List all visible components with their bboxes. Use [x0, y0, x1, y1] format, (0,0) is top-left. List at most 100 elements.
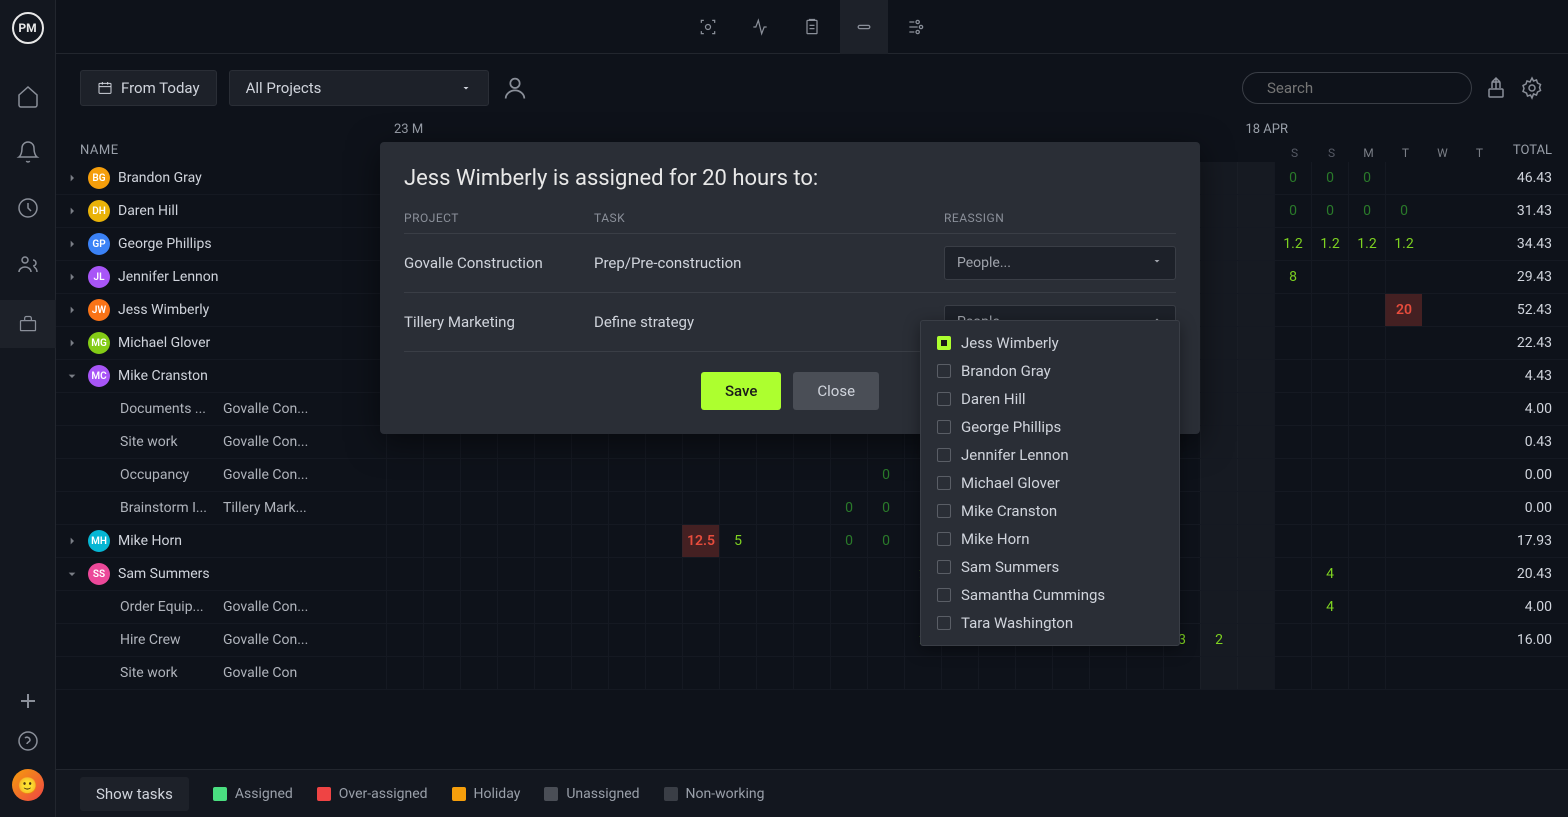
save-button[interactable]: Save: [701, 372, 781, 410]
chevron-down-icon[interactable]: [64, 368, 80, 384]
workload-cell[interactable]: [1200, 162, 1237, 194]
workload-cell[interactable]: [497, 459, 534, 491]
clock-icon[interactable]: [16, 196, 40, 220]
workload-cell[interactable]: 0: [1385, 195, 1422, 227]
workload-cell[interactable]: [460, 459, 497, 491]
dropdown-item[interactable]: Michael Glover: [921, 469, 1179, 497]
workload-cell[interactable]: [423, 657, 460, 689]
workload-cell[interactable]: [1348, 261, 1385, 293]
workload-cell[interactable]: 4: [1311, 558, 1348, 590]
workload-cell[interactable]: [1385, 624, 1422, 656]
workload-cell[interactable]: [1385, 525, 1422, 557]
dropdown-item[interactable]: Samantha Cummings: [921, 581, 1179, 609]
workload-cell[interactable]: [608, 624, 645, 656]
workload-cell[interactable]: [534, 525, 571, 557]
checkbox[interactable]: [937, 392, 951, 406]
workload-cell[interactable]: [386, 624, 423, 656]
workload-cell[interactable]: [867, 657, 904, 689]
workload-cell[interactable]: [497, 591, 534, 623]
chevron-right-icon[interactable]: [64, 170, 80, 186]
people-dropdown-panel[interactable]: Jess WimberlyBrandon GrayDaren HillGeorg…: [920, 320, 1180, 646]
current-user-avatar[interactable]: 🙂: [12, 769, 44, 801]
workload-cell[interactable]: [1200, 591, 1237, 623]
workload-cell[interactable]: [534, 657, 571, 689]
workload-cell[interactable]: [1237, 525, 1274, 557]
workload-cell[interactable]: [1237, 294, 1274, 326]
workload-cell[interactable]: [571, 525, 608, 557]
workload-cell[interactable]: [1237, 426, 1274, 458]
workload-cell[interactable]: [608, 525, 645, 557]
workload-cell[interactable]: [1274, 426, 1311, 458]
workload-cell[interactable]: [830, 657, 867, 689]
workload-cell[interactable]: 2: [1200, 624, 1237, 656]
workload-cell[interactable]: [1237, 558, 1274, 590]
workload-cell[interactable]: 0: [1274, 195, 1311, 227]
workload-cell[interactable]: [756, 492, 793, 524]
workload-cell[interactable]: 0: [830, 492, 867, 524]
workload-cell[interactable]: [1200, 294, 1237, 326]
workload-cell[interactable]: [571, 459, 608, 491]
workload-cell[interactable]: [460, 525, 497, 557]
workload-cell[interactable]: 5: [719, 525, 756, 557]
workload-cell[interactable]: [1163, 657, 1200, 689]
projects-dropdown[interactable]: All Projects: [229, 70, 489, 106]
workload-cell[interactable]: [1237, 492, 1274, 524]
workload-cell[interactable]: [756, 525, 793, 557]
workload-cell[interactable]: [756, 624, 793, 656]
workload-cell[interactable]: [867, 624, 904, 656]
workload-cell[interactable]: [534, 492, 571, 524]
workload-cell[interactable]: [534, 558, 571, 590]
dropdown-item[interactable]: Mike Cranston: [921, 497, 1179, 525]
workload-cell[interactable]: [1237, 393, 1274, 425]
workload-cell[interactable]: [793, 492, 830, 524]
workload-cell[interactable]: [719, 624, 756, 656]
bell-icon[interactable]: [16, 140, 40, 164]
workload-cell[interactable]: [1274, 657, 1311, 689]
workload-cell[interactable]: [1385, 426, 1422, 458]
person-filter-icon[interactable]: [501, 74, 529, 102]
workload-cell[interactable]: [460, 657, 497, 689]
workload-cell[interactable]: [1237, 360, 1274, 392]
workload-cell[interactable]: [830, 459, 867, 491]
settings-icon[interactable]: [1520, 76, 1544, 100]
chevron-right-icon[interactable]: [64, 269, 80, 285]
workload-cell[interactable]: [1274, 492, 1311, 524]
checkbox[interactable]: [937, 560, 951, 574]
workload-cell[interactable]: [460, 492, 497, 524]
from-today-button[interactable]: From Today: [80, 70, 217, 106]
workload-cell[interactable]: [1052, 657, 1089, 689]
checkbox[interactable]: [937, 532, 951, 546]
workload-cell[interactable]: [1311, 492, 1348, 524]
workload-cell[interactable]: [1311, 261, 1348, 293]
workload-cell[interactable]: [386, 657, 423, 689]
workload-cell[interactable]: [904, 657, 941, 689]
workload-cell[interactable]: 0: [1274, 162, 1311, 194]
workload-cell[interactable]: [608, 591, 645, 623]
workload-cell[interactable]: [645, 558, 682, 590]
workload-cell[interactable]: [1200, 195, 1237, 227]
workload-cell[interactable]: [423, 624, 460, 656]
workload-cell[interactable]: [1200, 261, 1237, 293]
workload-cell[interactable]: [1385, 591, 1422, 623]
chevron-down-icon[interactable]: [64, 566, 80, 582]
workload-cell[interactable]: [1237, 228, 1274, 260]
checkbox[interactable]: [937, 476, 951, 490]
workload-cell[interactable]: [645, 591, 682, 623]
workload-cell[interactable]: 1.2: [1311, 228, 1348, 260]
workload-cell[interactable]: [1200, 393, 1237, 425]
workload-cell[interactable]: [682, 492, 719, 524]
workload-cell[interactable]: [1311, 657, 1348, 689]
workload-cell[interactable]: [1274, 624, 1311, 656]
workload-cell[interactable]: 8: [1274, 261, 1311, 293]
workload-cell[interactable]: [608, 558, 645, 590]
workload-cell[interactable]: [1348, 591, 1385, 623]
workload-cell[interactable]: [645, 624, 682, 656]
workload-cell[interactable]: [1348, 426, 1385, 458]
workload-cell[interactable]: [1274, 525, 1311, 557]
workload-cell[interactable]: [1311, 393, 1348, 425]
chevron-right-icon[interactable]: [64, 302, 80, 318]
workload-cell[interactable]: [1200, 360, 1237, 392]
dropdown-item[interactable]: Jess Wimberly: [921, 329, 1179, 357]
help-icon[interactable]: [16, 729, 40, 753]
workload-cell[interactable]: [386, 459, 423, 491]
